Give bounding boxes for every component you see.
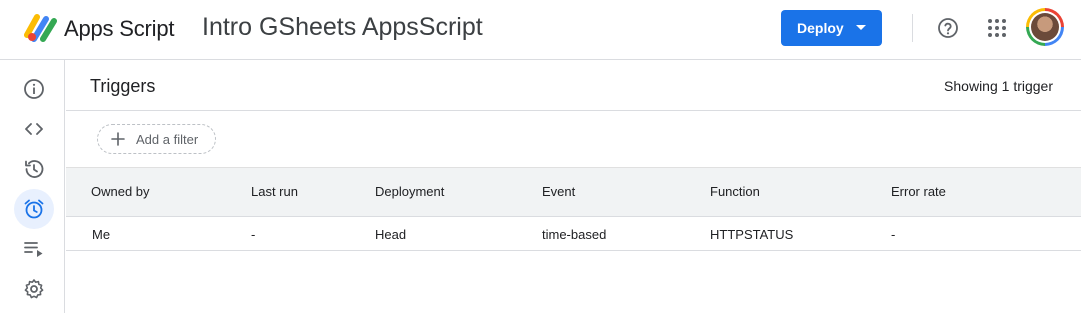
account-avatar[interactable] (1026, 8, 1064, 46)
cell-deployment: Head (375, 227, 407, 242)
triggers-panel: Triggers Showing 1 trigger Add a filter … (66, 60, 1081, 313)
app-name: Apps Script (64, 16, 175, 41)
deploy-button-label: Deploy (797, 20, 844, 36)
nav-editor[interactable] (14, 109, 54, 149)
nav-settings[interactable] (14, 269, 54, 309)
add-filter-button[interactable]: Add a filter (97, 124, 216, 154)
column-header-deployment[interactable]: Deployment (375, 184, 444, 199)
cell-owned-by: Me (92, 227, 111, 242)
side-nav (0, 60, 65, 313)
column-header-function[interactable]: Function (710, 184, 760, 199)
nav-triggers[interactable] (14, 189, 54, 229)
plus-icon (111, 132, 125, 146)
column-header-owned-by[interactable]: Owned by (91, 184, 150, 199)
avatar-ring-inner (1029, 11, 1061, 43)
cell-function: HTTPSTATUS (710, 227, 794, 242)
caret-down-icon (856, 25, 866, 30)
code-icon (25, 123, 43, 135)
cell-error-rate: - (891, 227, 896, 242)
cell-event: time-based (542, 227, 607, 242)
page-title: Triggers (90, 76, 156, 96)
deploy-button[interactable]: Deploy (781, 10, 882, 46)
cell-last-run: - (251, 227, 256, 242)
table-header: Owned by Last run Deployment Event Funct… (66, 167, 1081, 217)
nav-overview[interactable] (14, 69, 54, 109)
gear-icon (24, 279, 44, 299)
help-icon[interactable] (936, 16, 960, 40)
alarm-clock-icon (24, 199, 44, 219)
table-row[interactable]: Me - Head time-based HTTPSTATUS - (66, 217, 1081, 251)
nav-history[interactable] (14, 149, 54, 189)
top-bar: Apps Script Intro GSheets AppsScript Dep… (0, 0, 1081, 60)
google-apps-icon[interactable] (985, 16, 1009, 40)
column-header-error-rate[interactable]: Error rate (891, 184, 946, 199)
nav-executions[interactable] (14, 229, 54, 269)
column-header-last-run[interactable]: Last run (251, 184, 298, 199)
trigger-count: Showing 1 trigger (944, 78, 1053, 94)
executions-icon (24, 242, 43, 257)
add-filter-label: Add a filter (136, 132, 199, 147)
title-divider (66, 110, 1081, 111)
avatar-photo (1031, 13, 1059, 41)
column-header-event[interactable]: Event (542, 184, 575, 199)
history-icon (25, 160, 44, 178)
header-divider (912, 14, 913, 42)
apps-script-logo[interactable] (24, 13, 58, 43)
project-title[interactable]: Intro GSheets AppsScript (202, 13, 483, 42)
info-icon (24, 79, 44, 99)
